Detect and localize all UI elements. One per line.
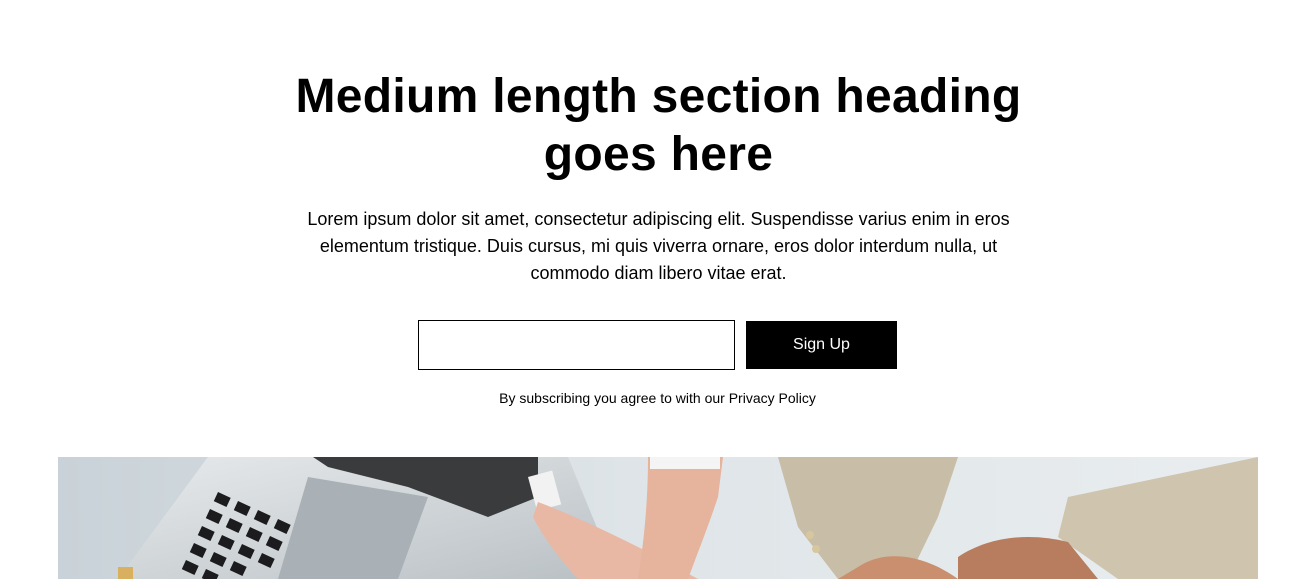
sleeve-button [806, 531, 814, 539]
pen [118, 567, 133, 579]
signup-form: Sign Up [418, 320, 897, 370]
privacy-note: By subscribing you agree to with our Pri… [499, 390, 816, 406]
sign-up-button[interactable]: Sign Up [746, 321, 897, 369]
section-heading: Medium length section heading goes here [295, 70, 1022, 181]
section-body-text: Lorem ipsum dolor sit amet, consectetur … [307, 209, 1010, 283]
sleeve-button [812, 545, 820, 553]
handshake-photo-illustration [58, 457, 1258, 579]
email-input[interactable] [418, 320, 735, 370]
white-cuff [650, 457, 720, 469]
cta-section: Medium length section heading goes here … [0, 0, 1315, 579]
hero-image [58, 457, 1258, 579]
